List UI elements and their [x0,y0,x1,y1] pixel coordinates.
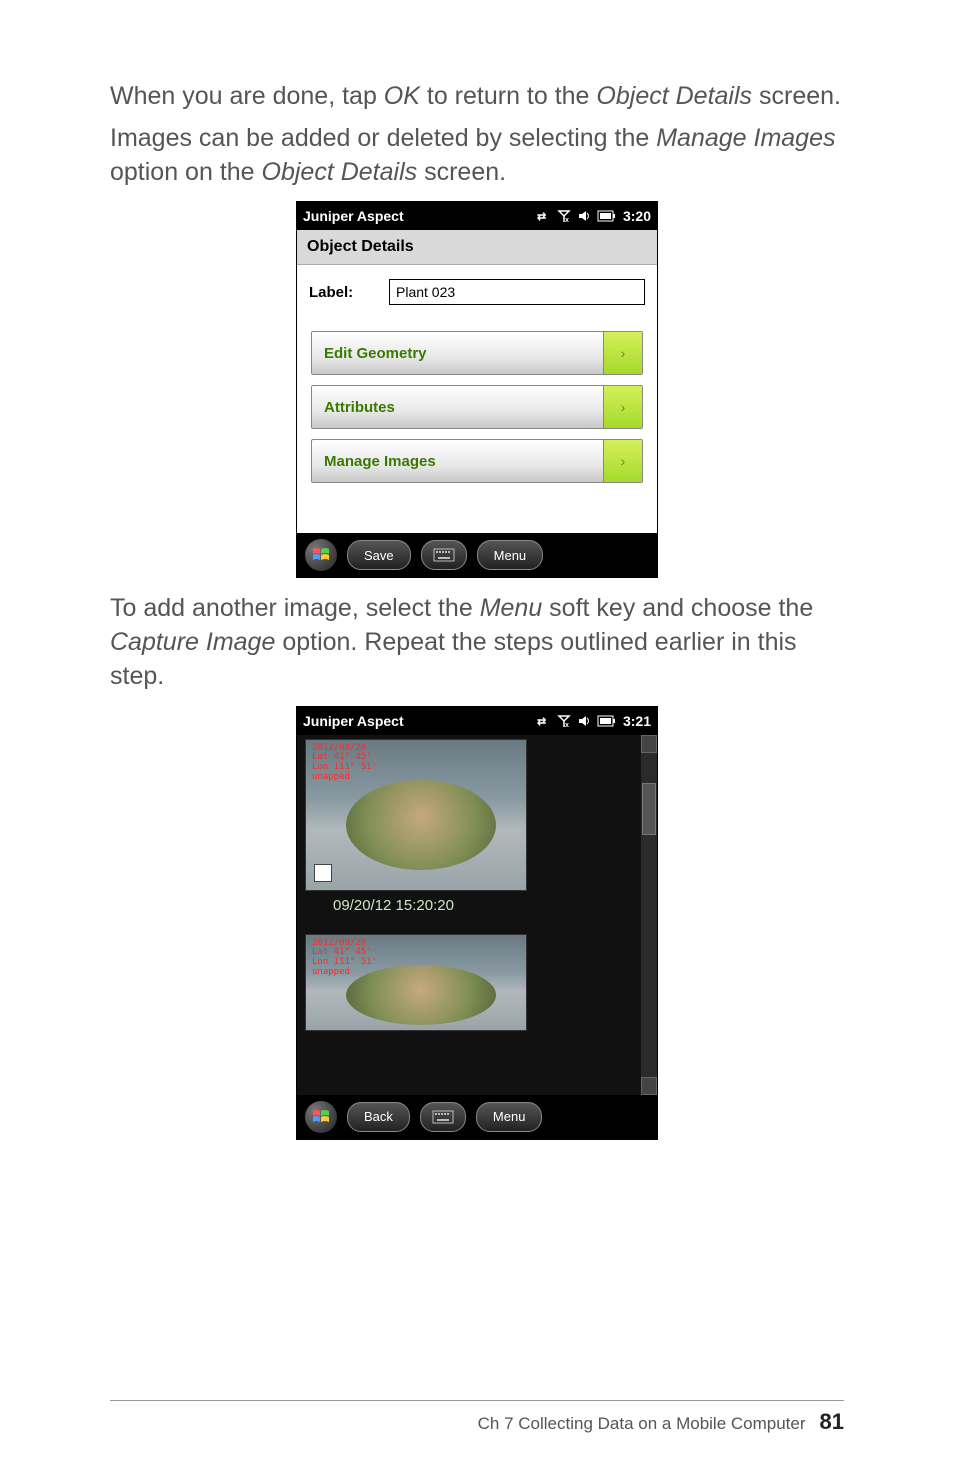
clock-time: 3:20 [623,208,651,224]
scroll-down-icon[interactable] [641,1077,657,1095]
menu-item-label: Edit Geometry [312,332,603,374]
text: Images can be added or deleted by select… [110,124,656,152]
paragraph-1: When you are done, tap OK to return to t… [110,80,844,114]
chevron-right-icon: › [603,332,642,374]
menu-list: Edit Geometry › Attributes › Manage Imag… [297,331,657,533]
connectivity-icon: ⇄ [537,714,551,728]
clock-time: 3:21 [623,713,651,729]
svg-text:⇄: ⇄ [537,716,546,728]
text: When you are done, tap [110,82,384,110]
menu-item-label: Manage Images [312,440,603,482]
document-page: When you are done, tap OK to return to t… [0,0,954,1475]
text-italic: Object Details [596,82,752,110]
battery-icon [597,210,617,222]
image-thumb-block: 2012/09/20Lat 41° 45'Lon 111° 51'unapped… [297,735,641,930]
screen-title: Object Details [297,230,657,265]
coords-overlay: 2012/09/20Lat 41° 45'Lon 111° 51'unapped [312,939,377,979]
menu-item-label: Attributes [312,386,603,428]
svg-text:x: x [565,722,569,728]
scroll-track[interactable] [641,753,657,1077]
text-italic: Object Details [262,158,418,186]
text: soft key and choose the [542,594,813,622]
text: option on the [110,158,262,186]
windows-start-icon[interactable] [305,1101,337,1133]
thumbnail-checkbox[interactable] [314,864,332,882]
label-row: Label: [309,279,645,305]
battery-icon [597,715,617,727]
text-italic: Menu [480,594,543,622]
coords-overlay: 2012/09/20Lat 41° 45'Lon 111° 51'unapped [312,744,377,784]
menu-item-attributes[interactable]: Attributes › [311,385,643,429]
paragraph-2: Images can be added or deleted by select… [110,122,844,190]
connectivity-icon: ⇄ [537,209,551,223]
softkey-menu[interactable]: Menu [477,540,544,570]
device-bottombar: Save Menu [297,533,657,577]
vertical-scrollbar[interactable] [641,735,657,1095]
device-screenshot-object-details: Juniper Aspect ⇄ x 3:20 Object Details [296,201,658,578]
softkey-save[interactable]: Save [347,540,411,570]
scroll-thumb[interactable] [642,783,656,835]
signal-icon: x [557,714,571,728]
image-thumb-block: 2012/09/20Lat 41° 45'Lon 111° 51'unapped [297,930,641,1035]
footer-chapter: Ch 7 Collecting Data on a Mobile Compute… [478,1414,806,1434]
text: to return to the [420,82,597,110]
footer-page-number: 81 [820,1409,844,1435]
paragraph-3: To add another image, select the Menu so… [110,592,844,693]
image-caption: 09/20/12 15:20:20 [305,891,633,926]
app-title: Juniper Aspect [303,208,404,224]
windows-start-icon[interactable] [305,539,337,571]
text: screen. [752,82,841,110]
text: To add another image, select the [110,594,480,622]
chevron-right-icon: › [603,386,642,428]
scroll-up-icon[interactable] [641,735,657,753]
menu-item-manage-images[interactable]: Manage Images › [311,439,643,483]
volume-icon [577,714,591,728]
device-titlebar: Juniper Aspect ⇄ x 3:20 [297,202,657,230]
app-title: Juniper Aspect [303,713,404,729]
text-italic: Capture Image [110,628,275,656]
form-area: Label: [297,265,657,331]
image-thumbnail[interactable]: 2012/09/20Lat 41° 45'Lon 111° 51'unapped [305,739,527,891]
menu-item-edit-geometry[interactable]: Edit Geometry › [311,331,643,375]
label-caption: Label: [309,284,379,301]
image-thumbnail[interactable]: 2012/09/20Lat 41° 45'Lon 111° 51'unapped [305,934,527,1031]
device-titlebar: Juniper Aspect ⇄ x 3:21 [297,707,657,735]
text-italic: OK [384,82,420,110]
text-italic: Manage Images [656,124,835,152]
signal-icon: x [557,209,571,223]
text: screen. [417,158,506,186]
softkey-back[interactable]: Back [347,1102,410,1132]
volume-icon [577,209,591,223]
keyboard-icon[interactable] [421,540,467,570]
svg-text:⇄: ⇄ [537,211,546,223]
image-scroll-area: 2012/09/20Lat 41° 45'Lon 111° 51'unapped… [297,735,657,1095]
label-input[interactable] [389,279,645,305]
device-bottombar: Back Menu [297,1095,657,1139]
keyboard-icon[interactable] [420,1102,466,1132]
device-screenshot-image-list: Juniper Aspect ⇄ x 3:21 [296,706,658,1140]
svg-text:x: x [565,217,569,223]
softkey-menu[interactable]: Menu [476,1102,543,1132]
chevron-right-icon: › [603,440,642,482]
page-footer: Ch 7 Collecting Data on a Mobile Compute… [110,1400,844,1435]
